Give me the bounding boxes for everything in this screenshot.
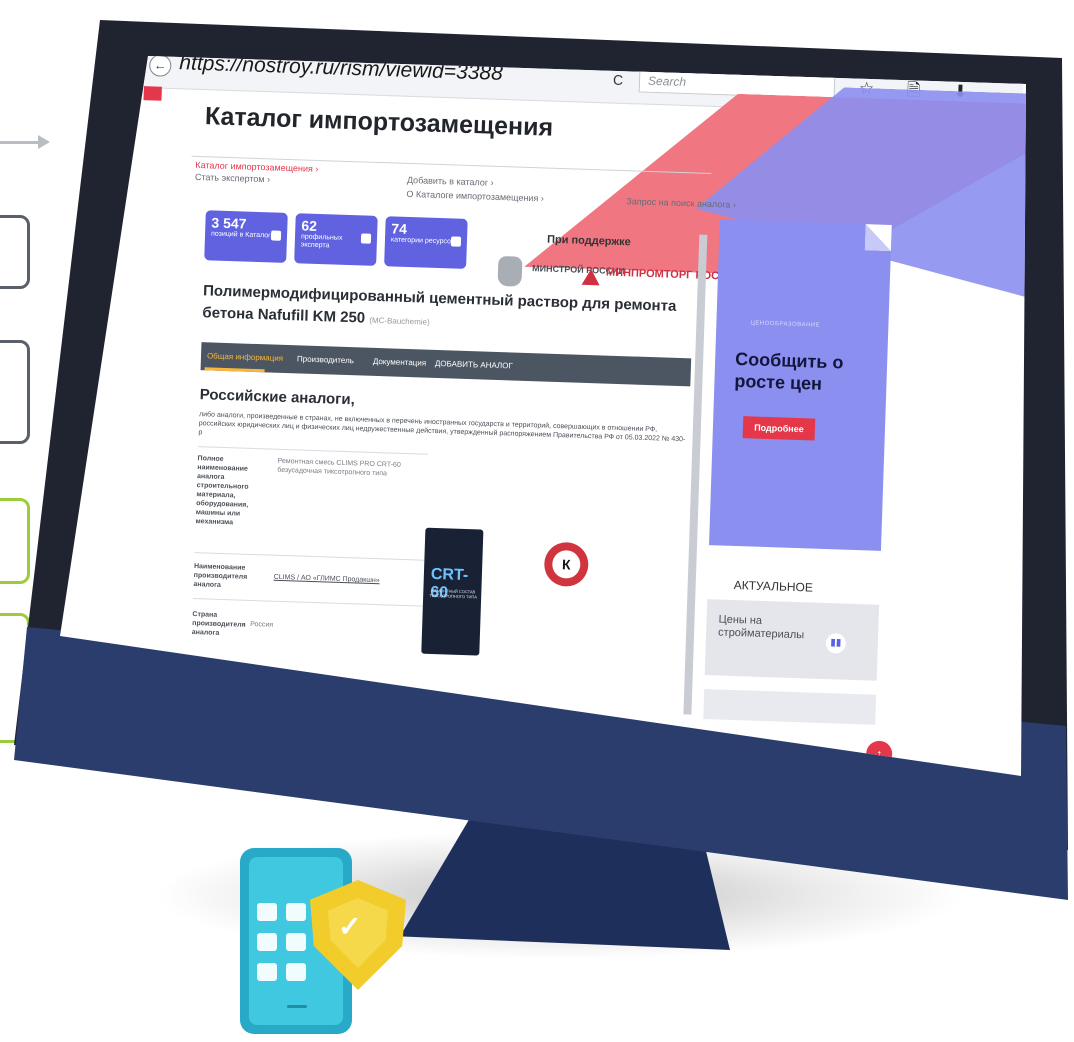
tab-active-indicator bbox=[204, 367, 265, 373]
app-tile bbox=[257, 903, 277, 921]
left-card-fragment bbox=[0, 340, 30, 444]
row-divider bbox=[192, 598, 423, 607]
logo-letter: К bbox=[551, 549, 581, 579]
tab-manufacturer[interactable]: Производитель bbox=[297, 354, 354, 365]
row-divider bbox=[197, 446, 428, 455]
manufacturer-link[interactable]: CLIMS / АО «ГЛИМС Продакшн» bbox=[274, 573, 424, 587]
product-brand: (MC-Bauchemie) bbox=[369, 315, 430, 327]
stat-positions[interactable]: 3 547 позиций в Каталоге bbox=[204, 210, 288, 263]
fold-corner bbox=[864, 224, 892, 251]
row-label-full-name: Полное наименование аналога строительног… bbox=[195, 455, 249, 527]
nav-about-link[interactable]: О Каталоге импортозамещения › bbox=[406, 189, 544, 204]
actual-heading: АКТУАЛЬНОЕ bbox=[733, 577, 814, 595]
app-tile bbox=[286, 933, 306, 951]
arrow-head-icon bbox=[38, 135, 50, 149]
tab-bar: Общая информация Производитель Документа… bbox=[200, 342, 692, 387]
row-divider bbox=[194, 552, 425, 561]
nav-expert-link[interactable]: Стать экспертом › bbox=[195, 172, 270, 184]
tab-docs[interactable]: Документация bbox=[373, 357, 427, 368]
minpromtorg-logo-icon bbox=[581, 268, 601, 286]
manufacturer-logo: К bbox=[543, 541, 590, 588]
app-tile bbox=[286, 963, 306, 981]
app-tile bbox=[257, 933, 277, 951]
check-icon: ✓ bbox=[338, 911, 362, 942]
row-value-full-name: Ремонтная смесь CLIMS PRO CRT-60 безусад… bbox=[277, 457, 401, 478]
analogs-title: Российские аналоги, bbox=[199, 386, 356, 409]
briefcase-icon bbox=[270, 230, 282, 241]
left-card-fragment bbox=[0, 498, 30, 584]
product-name: Полимермодифицированный цементный раство… bbox=[202, 282, 677, 327]
page-title: Каталог импортозамещения bbox=[204, 102, 554, 142]
news-card[interactable]: Цены на стройматериалы ▮▮ bbox=[704, 599, 880, 681]
news-card-text: Цены на стройматериалы bbox=[717, 613, 805, 642]
app-tile bbox=[286, 903, 306, 921]
nav-add-link[interactable]: Добавить в каталог › bbox=[407, 175, 494, 188]
emblem-icon bbox=[497, 255, 523, 287]
bag-subtitle: РЕМОНТНЫЙ СОСТАВ ТИКСОТРОПНОГО ТИПА bbox=[429, 587, 478, 600]
back-button[interactable]: ← bbox=[148, 56, 172, 77]
row-value-country: Россия bbox=[250, 620, 274, 629]
tab-add-analog[interactable]: ДОБАВИТЬ АНАЛОГ bbox=[435, 359, 513, 371]
product-title: Полимермодифицированный цементный раство… bbox=[202, 280, 723, 343]
banner-category: ЦЕНООБРАЗОВАНИЕ bbox=[750, 320, 821, 329]
left-card-fragment bbox=[0, 215, 30, 289]
site-logo[interactable] bbox=[143, 86, 162, 101]
analogs-description: либо аналоги, произведенные в странах, н… bbox=[198, 411, 686, 444]
product-bag-image: CRT-60 РЕМОНТНЫЙ СОСТАВ ТИКСОТРОПНОГО ТИ… bbox=[421, 527, 484, 656]
arrow-line bbox=[0, 141, 40, 144]
banner-heading: Сообщить о росте цен bbox=[734, 348, 844, 394]
tag-icon bbox=[450, 236, 462, 247]
home-bar bbox=[287, 1005, 307, 1008]
stat-experts[interactable]: 62 профильных эксперта bbox=[294, 213, 378, 266]
chart-icon: ▮▮ bbox=[825, 633, 847, 654]
stat-categories[interactable]: 74 категории ресурсов bbox=[384, 216, 468, 269]
app-tile bbox=[257, 963, 277, 981]
reload-button[interactable]: C bbox=[613, 72, 624, 88]
side-banner[interactable]: ЦЕНООБРАЗОВАНИЕ Сообщить о росте цен Под… bbox=[709, 219, 892, 670]
details-button[interactable]: Подробнее bbox=[742, 416, 816, 441]
row-label-manufacturer: Наименование производителя аналога bbox=[193, 563, 248, 589]
tab-general[interactable]: Общая информация bbox=[207, 351, 283, 363]
news-card[interactable] bbox=[703, 689, 877, 725]
people-icon bbox=[360, 233, 372, 244]
